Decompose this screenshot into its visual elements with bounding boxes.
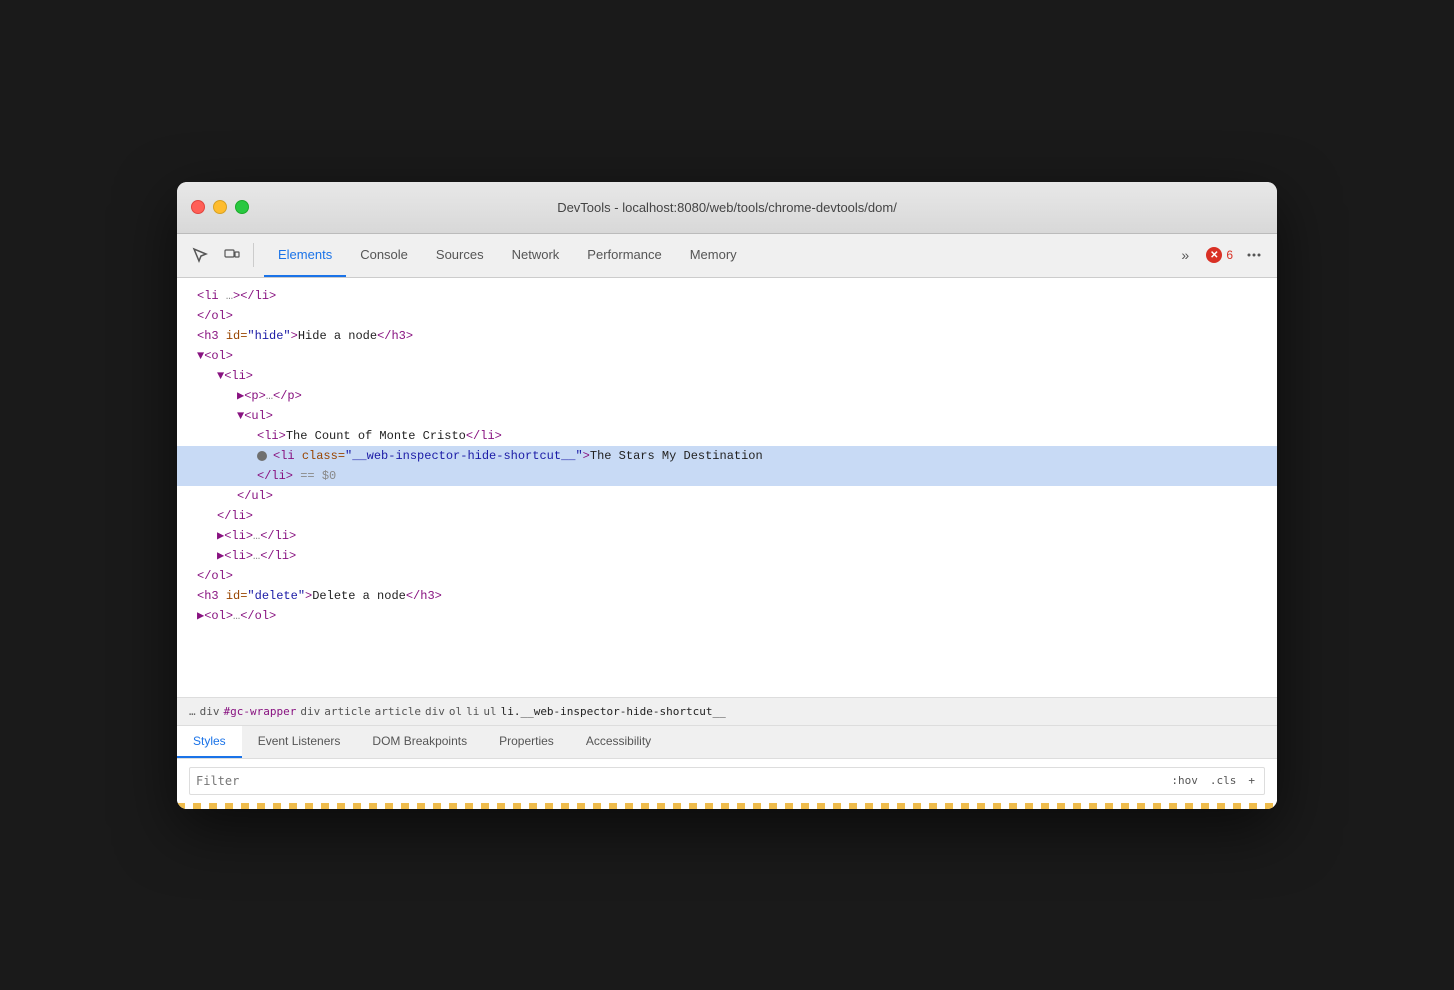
dom-tree-line[interactable]: <li>The Count of Monte Cristo</li>	[177, 426, 1277, 446]
dom-tree-line[interactable]: ▼<ol>	[177, 346, 1277, 366]
breadcrumb-item[interactable]: …	[189, 705, 196, 718]
dom-tree-line[interactable]: </ul>	[177, 486, 1277, 506]
hov-button[interactable]: :hov	[1168, 773, 1201, 788]
dom-tree-line[interactable]: </li> == $0	[177, 466, 1277, 486]
dom-tree-line[interactable]: <li class="__web-inspector-hide-shortcut…	[177, 446, 1277, 466]
tab-console[interactable]: Console	[346, 234, 422, 277]
dom-tree-line[interactable]: </ol>	[177, 566, 1277, 586]
close-button[interactable]	[191, 200, 205, 214]
dom-node-dot	[257, 451, 267, 461]
breadcrumb-item[interactable]: li	[466, 705, 479, 718]
toolbar-right: » ✕ 6	[1170, 240, 1269, 270]
dom-tree-line[interactable]: ▼<ul>	[177, 406, 1277, 426]
titlebar: DevTools - localhost:8080/web/tools/chro…	[177, 182, 1277, 234]
styles-filter-controls: :hov .cls +	[1168, 773, 1258, 788]
inspect-element-button[interactable]	[185, 240, 215, 270]
dom-tree-line[interactable]: <h3 id="delete">Delete a node</h3>	[177, 586, 1277, 606]
dom-tree-line[interactable]: <h3 id="hide">Hide a node</h3>	[177, 326, 1277, 346]
breadcrumb-item[interactable]: div	[425, 705, 445, 718]
tab-event-listeners[interactable]: Event Listeners	[242, 726, 357, 758]
tab-memory[interactable]: Memory	[676, 234, 751, 277]
tab-accessibility[interactable]: Accessibility	[570, 726, 667, 758]
tab-dom-breakpoints[interactable]: DOM Breakpoints	[356, 726, 483, 758]
add-style-button[interactable]: +	[1245, 773, 1258, 788]
styles-filter-bar: :hov .cls +	[189, 767, 1265, 795]
device-toggle-button[interactable]	[217, 240, 247, 270]
breadcrumb-item[interactable]: div	[300, 705, 320, 718]
toolbar-divider	[253, 243, 254, 267]
breadcrumb-item[interactable]: li.__web-inspector-hide-shortcut__	[501, 705, 726, 718]
tab-performance[interactable]: Performance	[573, 234, 675, 277]
tab-styles[interactable]: Styles	[177, 726, 242, 758]
breadcrumb-item[interactable]: article	[324, 705, 370, 718]
dom-tree-line[interactable]: </ol>	[177, 306, 1277, 326]
breadcrumb-item[interactable]: ul	[483, 705, 496, 718]
error-icon: ✕	[1206, 247, 1222, 263]
dom-tree-line[interactable]: ▶<li>…</li>	[177, 526, 1277, 546]
dashed-hint	[177, 803, 1277, 809]
tab-properties[interactable]: Properties	[483, 726, 570, 758]
dom-tree-line[interactable]: ▶<p>…</p>	[177, 386, 1277, 406]
styles-panel: :hov .cls +	[177, 759, 1277, 803]
devtools-window: DevTools - localhost:8080/web/tools/chro…	[177, 182, 1277, 809]
window-title: DevTools - localhost:8080/web/tools/chro…	[557, 200, 897, 215]
breadcrumb-item[interactable]: #gc-wrapper	[224, 705, 297, 718]
dom-tree-line[interactable]: ▶<ol>…</ol>	[177, 606, 1277, 626]
styles-filter-input[interactable]	[196, 774, 1164, 788]
dom-tree-line[interactable]: <li …></li>	[177, 286, 1277, 306]
dom-tree-line[interactable]: ▶<li>…</li>	[177, 546, 1277, 566]
devtools-toolbar: Elements Console Sources Network Perform…	[177, 234, 1277, 278]
dom-tree-line[interactable]: </li>	[177, 506, 1277, 526]
more-tabs-button[interactable]: »	[1170, 240, 1200, 270]
more-options-button[interactable]	[1239, 240, 1269, 270]
dom-tree-panel[interactable]: <li …></li></ol><h3 id="hide">Hide a nod…	[177, 278, 1277, 698]
breadcrumb-item[interactable]: div	[200, 705, 220, 718]
dom-tree-line[interactable]: ▼<li>	[177, 366, 1277, 386]
breadcrumb-item[interactable]: ol	[449, 705, 462, 718]
dom-breadcrumb[interactable]: … div #gc-wrapper div article article di…	[177, 698, 1277, 726]
tab-elements[interactable]: Elements	[264, 234, 346, 277]
cls-button[interactable]: .cls	[1207, 773, 1240, 788]
maximize-button[interactable]	[235, 200, 249, 214]
breadcrumb-item[interactable]: article	[375, 705, 421, 718]
bottom-panel: Styles Event Listeners DOM Breakpoints P…	[177, 726, 1277, 809]
window-controls	[191, 200, 249, 214]
tab-sources[interactable]: Sources	[422, 234, 498, 277]
tab-network[interactable]: Network	[498, 234, 574, 277]
minimize-button[interactable]	[213, 200, 227, 214]
bottom-tabs: Styles Event Listeners DOM Breakpoints P…	[177, 726, 1277, 759]
error-badge: ✕ 6	[1206, 247, 1233, 263]
main-tabs: Elements Console Sources Network Perform…	[264, 234, 751, 277]
